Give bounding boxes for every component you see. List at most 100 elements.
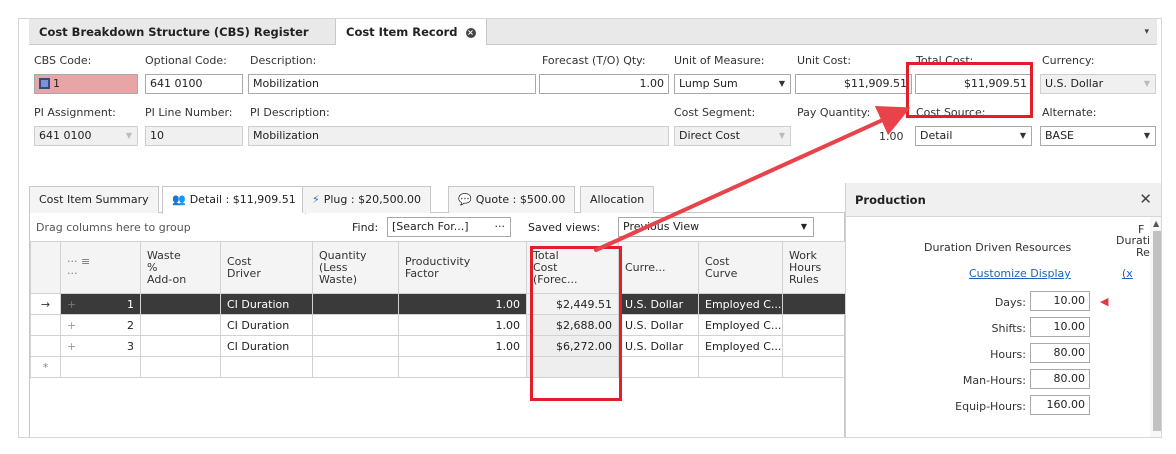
col-waste-header[interactable]: Waste % Add-on bbox=[140, 241, 221, 294]
resources-icon: 👥 bbox=[172, 193, 186, 206]
tab-label: Allocation bbox=[590, 193, 645, 206]
cost-curve-cell[interactable]: Employed C... bbox=[698, 335, 783, 357]
close-tab-icon[interactable]: × bbox=[465, 27, 476, 38]
cost-curve-cell[interactable]: Employed C... bbox=[698, 293, 783, 315]
saved-views-select[interactable]: Previous View ▼ bbox=[618, 217, 814, 237]
new-row-cell[interactable] bbox=[398, 356, 527, 378]
detail-grid: ··· ≡ ··· Waste % Add-on Cost Driver Qua… bbox=[30, 241, 847, 378]
shifts-field[interactable]: 10.00 bbox=[1030, 317, 1090, 337]
tab-label: Cost Item Summary bbox=[39, 193, 149, 206]
currency-cell[interactable]: U.S. Dollar bbox=[618, 314, 699, 336]
tab-quote[interactable]: 💬 Quote : $500.00 bbox=[448, 186, 576, 213]
col-total-cost-header[interactable]: Total Cost (Forec... bbox=[526, 241, 619, 294]
tab-detail[interactable]: 👥 Detail : $11,909.51 bbox=[162, 186, 306, 214]
scroll-up-icon[interactable]: ▲ bbox=[1153, 219, 1159, 228]
row-number: 1 bbox=[127, 297, 134, 311]
equip-hours-field[interactable]: 160.00 bbox=[1030, 395, 1090, 415]
cost-segment-label: Cost Segment: bbox=[674, 106, 756, 119]
table-row[interactable]: +3 CI Duration 1.00 $6,272.00 U.S. Dolla… bbox=[30, 335, 847, 357]
table-row[interactable]: +2 CI Duration 1.00 $2,688.00 U.S. Dolla… bbox=[30, 314, 847, 336]
more-options-icon[interactable]: ··· bbox=[495, 218, 506, 236]
close-icon[interactable]: ✕ bbox=[1139, 190, 1152, 208]
total-cost-cell[interactable]: $2,449.51 bbox=[526, 293, 619, 315]
cost-source-select[interactable]: Detail ▼ bbox=[915, 126, 1032, 146]
cost-driver-cell[interactable]: CI Duration bbox=[220, 314, 313, 336]
col-currency-header[interactable]: Curre... bbox=[618, 241, 699, 294]
productivity-cell[interactable]: 1.00 bbox=[398, 314, 527, 336]
tab-label: Plug : $20,500.00 bbox=[323, 193, 422, 206]
new-row-cell[interactable] bbox=[698, 356, 783, 378]
quantity-cell[interactable] bbox=[312, 314, 399, 336]
waste-cell[interactable] bbox=[140, 335, 221, 357]
equip-hours-label: Equip-Hours: bbox=[955, 400, 1026, 413]
expand-plus-icon[interactable]: + bbox=[67, 340, 76, 353]
new-row-cell[interactable] bbox=[526, 356, 619, 378]
new-row-cell[interactable] bbox=[60, 356, 141, 378]
forecast-qty-field[interactable]: 1.00 bbox=[539, 74, 669, 94]
detail-tab-bar: Cost Item Summary 👥 Detail : $11,909.51 ⚡… bbox=[29, 183, 845, 214]
find-search-input[interactable]: [Search For...] ··· bbox=[387, 217, 511, 237]
pi-assignment-select[interactable]: 641 0100 ▼ bbox=[34, 126, 138, 146]
alternate-value: BASE bbox=[1045, 129, 1075, 142]
new-row-cell[interactable] bbox=[140, 356, 221, 378]
cost-segment-select[interactable]: Direct Cost ▼ bbox=[674, 126, 791, 146]
total-cost-field[interactable]: $11,909.51 bbox=[915, 74, 1032, 94]
row-indicator-cell bbox=[30, 335, 61, 357]
currency-label: Currency: bbox=[1042, 54, 1095, 67]
cost-driver-cell[interactable]: CI Duration bbox=[220, 335, 313, 357]
cost-driver-cell[interactable]: CI Duration bbox=[220, 293, 313, 315]
hours-field[interactable]: 80.00 bbox=[1030, 343, 1090, 363]
work-hours-cell[interactable] bbox=[782, 293, 847, 315]
waste-cell[interactable] bbox=[140, 293, 221, 315]
quantity-cell[interactable] bbox=[312, 293, 399, 315]
tab-cost-item-summary[interactable]: Cost Item Summary bbox=[29, 186, 159, 213]
total-cost-cell[interactable]: $6,272.00 bbox=[526, 335, 619, 357]
tab-label: Cost Breakdown Structure (CBS) Register bbox=[39, 25, 309, 39]
new-row-cell[interactable] bbox=[312, 356, 399, 378]
expand-plus-icon[interactable]: + bbox=[67, 298, 76, 311]
description-field[interactable]: Mobilization bbox=[248, 74, 536, 94]
optional-code-field[interactable]: 641 0100 bbox=[145, 74, 243, 94]
col-cost-driver-header[interactable]: Cost Driver bbox=[220, 241, 313, 294]
work-hours-cell[interactable] bbox=[782, 314, 847, 336]
productivity-cell[interactable]: 1.00 bbox=[398, 335, 527, 357]
row-number-cell: +2 bbox=[60, 314, 141, 336]
unit-of-measure-select[interactable]: Lump Sum ▼ bbox=[674, 74, 791, 94]
waste-cell[interactable] bbox=[140, 314, 221, 336]
new-row-cell[interactable] bbox=[782, 356, 847, 378]
tab-label: Detail : $11,909.51 bbox=[189, 193, 296, 206]
new-row[interactable]: * bbox=[30, 356, 847, 378]
cost-curve-cell[interactable]: Employed C... bbox=[698, 314, 783, 336]
tab-plug[interactable]: ⚡ Plug : $20,500.00 bbox=[302, 186, 432, 213]
col-quantity-header[interactable]: Quantity (Less Waste) bbox=[312, 241, 399, 294]
tab-cbs-register[interactable]: Cost Breakdown Structure (CBS) Register bbox=[29, 19, 319, 45]
tab-cost-item-record[interactable]: Cost Item Record × bbox=[335, 19, 487, 45]
alternate-select[interactable]: BASE ▼ bbox=[1040, 126, 1156, 146]
tab-allocation[interactable]: Allocation bbox=[580, 186, 655, 213]
col-productivity-header[interactable]: Productivity Factor bbox=[398, 241, 527, 294]
column-chooser-header[interactable]: ··· ≡ ··· bbox=[60, 241, 141, 294]
expand-plus-icon[interactable]: + bbox=[67, 319, 76, 332]
table-row[interactable]: → +1 CI Duration 1.00 $2,449.51 U.S. Dol… bbox=[30, 293, 847, 315]
unit-cost-field[interactable]: $11,909.51 bbox=[795, 74, 912, 94]
col-cost-curve-header[interactable]: Cost Curve bbox=[698, 241, 783, 294]
tab-list-menu-icon[interactable]: ▾ bbox=[1144, 19, 1149, 45]
days-field[interactable]: 10.00 bbox=[1030, 291, 1090, 311]
total-cost-cell[interactable]: $2,688.00 bbox=[526, 314, 619, 336]
work-hours-cell[interactable] bbox=[782, 335, 847, 357]
currency-select[interactable]: U.S. Dollar ▼ bbox=[1040, 74, 1156, 94]
customize-display-link[interactable]: Customize Display bbox=[969, 267, 1071, 280]
man-hours-field[interactable]: 80.00 bbox=[1030, 369, 1090, 389]
new-row-cell[interactable] bbox=[220, 356, 313, 378]
new-row-cell[interactable] bbox=[618, 356, 699, 378]
row-number-cell: +1 bbox=[60, 293, 141, 315]
vertical-scrollbar[interactable]: ▲ bbox=[1150, 217, 1161, 437]
productivity-cell[interactable]: 1.00 bbox=[398, 293, 527, 315]
currency-cell[interactable]: U.S. Dollar bbox=[618, 335, 699, 357]
scrollbar-thumb[interactable] bbox=[1153, 231, 1161, 431]
currency-cell[interactable]: U.S. Dollar bbox=[618, 293, 699, 315]
cbs-code-field[interactable]: 1 bbox=[34, 74, 138, 94]
col-work-hours-header[interactable]: Work Hours Rules bbox=[782, 241, 847, 294]
clipped-link-text[interactable]: (x bbox=[1122, 267, 1133, 280]
quantity-cell[interactable] bbox=[312, 335, 399, 357]
